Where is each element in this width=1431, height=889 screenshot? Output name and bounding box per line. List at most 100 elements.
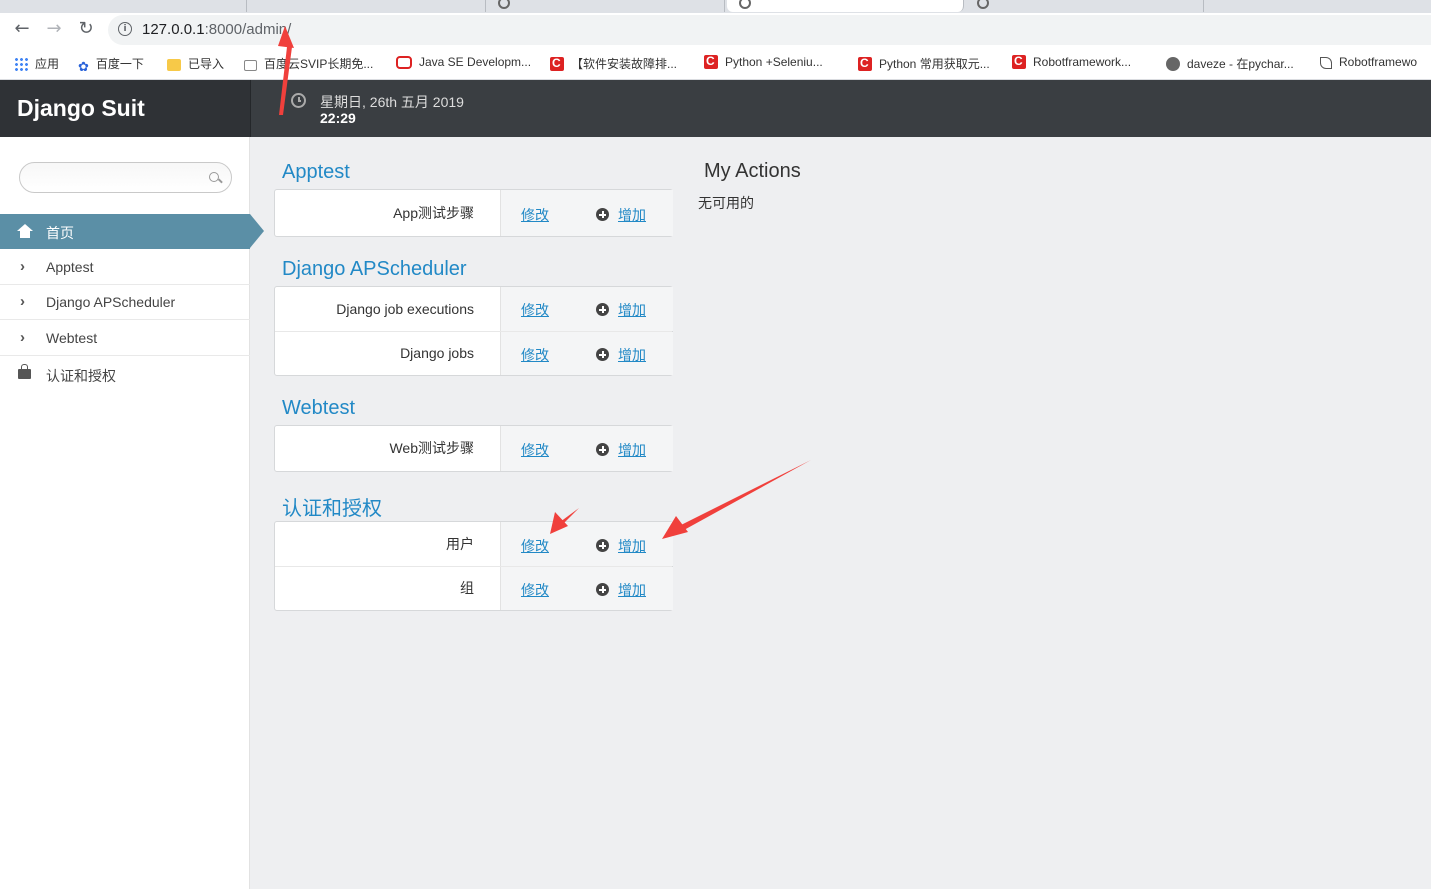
forward-arrow-icon[interactable]: → — [42, 17, 66, 41]
table-row: App测试步骤 修改 增加 — [275, 190, 673, 236]
sidebar-item-auth[interactable]: 认证和授权 — [0, 357, 250, 392]
change-link[interactable]: 修改 — [521, 440, 549, 460]
model-name[interactable]: 用户 — [275, 522, 500, 566]
add-link[interactable]: 增加 — [618, 536, 646, 556]
bookmark-item[interactable]: ✿ 百度一下 — [78, 55, 144, 74]
bookmark-label: 百度云SVIP长期免... — [264, 57, 374, 71]
sidebar-item-webtest[interactable]: › Webtest — [0, 321, 250, 356]
address-url[interactable]: 127.0.0.1:8000/admin/ — [142, 21, 291, 38]
address-bar[interactable]: i 127.0.0.1:8000/admin/ — [108, 15, 1431, 45]
model-name[interactable]: Django jobs — [275, 332, 500, 375]
reload-icon[interactable]: ↻ — [74, 17, 98, 41]
bookmark-item[interactable]: Robotframework... — [1012, 54, 1132, 69]
change-link[interactable]: 修改 — [521, 536, 549, 556]
sidebar-item-label: Webtest — [46, 330, 98, 346]
header-time: 22:29 — [320, 110, 356, 126]
chevron-right-icon: › — [20, 258, 25, 275]
my-actions-title: My Actions — [704, 160, 801, 182]
change-link[interactable]: 修改 — [521, 580, 549, 600]
bookmark-item[interactable]: Java SE Developm... — [396, 55, 531, 69]
bookmark-label: 百度一下 — [95, 57, 144, 71]
arrow-to-add-link — [662, 460, 811, 539]
sidebar-item-django-apscheduler[interactable]: › Django APScheduler — [0, 285, 250, 320]
home-icon — [17, 224, 33, 238]
chevron-right-icon: › — [20, 329, 25, 346]
add-link[interactable]: 增加 — [618, 440, 646, 460]
module-title-django-apscheduler[interactable]: Django APScheduler — [282, 258, 467, 281]
browser-tab[interactable] — [965, 0, 1204, 12]
bookmark-label: Robotframework... — [1033, 55, 1132, 69]
bookmark-label: Java SE Developm... — [419, 55, 532, 69]
module-title-webtest[interactable]: Webtest — [282, 397, 355, 420]
browser-tab-strip — [0, 0, 1431, 13]
model-actions: 修改 增加 — [500, 332, 673, 375]
add-link[interactable]: 增加 — [618, 345, 646, 365]
cloud-icon — [244, 60, 257, 71]
search-icon[interactable] — [209, 172, 219, 182]
oracle-icon — [396, 56, 412, 69]
add-link[interactable]: 增加 — [618, 300, 646, 320]
browser-tab[interactable] — [1204, 0, 1431, 12]
bookmark-item[interactable]: daveze - 在pychar... — [1166, 55, 1294, 72]
plus-circle-icon — [596, 208, 609, 221]
search-input[interactable] — [19, 162, 232, 193]
model-actions: 修改 增加 — [500, 567, 673, 610]
plus-circle-icon — [596, 539, 609, 552]
module-auth: 用户 修改 增加 组 修改 增加 — [274, 521, 673, 611]
back-arrow-icon[interactable]: ← — [10, 17, 34, 41]
bookmark-item[interactable]: 应用 — [14, 55, 59, 72]
model-name[interactable]: Django job executions — [275, 287, 500, 331]
module-title-apptest[interactable]: Apptest — [282, 161, 350, 184]
sidebar-item-label: Django APScheduler — [46, 294, 176, 310]
my-actions-empty: 无可用的 — [698, 196, 754, 212]
url-path: :8000/admin/ — [204, 21, 292, 38]
module-django-apscheduler: Django job executions 修改 增加 Django jobs … — [274, 286, 673, 376]
add-link[interactable]: 增加 — [618, 580, 646, 600]
bookmark-label: daveze - 在pychar... — [1187, 57, 1294, 71]
bookmark-item[interactable]: Python 常用获取元... — [858, 55, 990, 72]
browser-tab-active[interactable] — [727, 0, 964, 12]
model-name[interactable]: Web测试步骤 — [275, 426, 500, 471]
model-actions: 修改 增加 — [500, 522, 673, 566]
table-row: Web测试步骤 修改 增加 — [275, 426, 673, 471]
plus-circle-icon — [596, 443, 609, 456]
plus-circle-icon — [596, 303, 609, 316]
bookmark-item[interactable]: 已导入 — [167, 55, 224, 72]
bookmarks-bar: 应用 ✿ 百度一下 已导入 百度云SVIP长期免... Java SE Devel… — [0, 46, 1431, 80]
table-row: 组 修改 增加 — [275, 567, 673, 610]
model-name[interactable]: 组 — [275, 567, 500, 610]
change-link[interactable]: 修改 — [521, 300, 549, 320]
bookmark-item[interactable]: Python +Seleniu... — [704, 54, 823, 69]
bookmark-item[interactable]: 百度云SVIP长期免... — [244, 55, 373, 72]
sidebar-item-label: Apptest — [46, 259, 94, 275]
browser-tab[interactable] — [486, 0, 725, 12]
module-webtest: Web测试步骤 修改 增加 — [274, 425, 673, 472]
model-name[interactable]: App测试步骤 — [275, 190, 500, 236]
folder-icon — [167, 59, 181, 71]
brand-block: Django Suit — [0, 80, 251, 137]
bookmark-item[interactable]: 【软件安装故障排... — [550, 55, 677, 72]
brand-logo[interactable]: Django Suit — [17, 95, 145, 122]
plus-circle-icon — [596, 348, 609, 361]
csdn-icon — [704, 54, 718, 69]
change-link[interactable]: 修改 — [521, 205, 549, 225]
bookmark-label: 【软件安装故障排... — [571, 57, 678, 71]
csdn-icon — [550, 56, 564, 71]
bookmark-label: Python +Seleniu... — [725, 55, 823, 69]
apps-grid-icon — [14, 57, 28, 71]
plus-circle-icon — [596, 583, 609, 596]
tab-favicon-icon — [977, 0, 989, 9]
sidebar-item-home[interactable]: 首页 — [0, 214, 264, 249]
module-title-auth[interactable]: 认证和授权 — [282, 492, 382, 521]
sidebar-item-apptest[interactable]: › Apptest — [0, 250, 250, 285]
browser-tab[interactable] — [247, 0, 486, 12]
table-row: 用户 修改 增加 — [275, 522, 673, 567]
sidebar-item-label: 首页 — [46, 225, 74, 241]
add-link[interactable]: 增加 — [618, 205, 646, 225]
site-info-icon[interactable]: i — [118, 22, 132, 36]
table-row: Django jobs 修改 增加 — [275, 332, 673, 375]
browser-tab[interactable] — [0, 0, 247, 12]
change-link[interactable]: 修改 — [521, 345, 549, 365]
sidebar: 首页 › Apptest › Django APScheduler › Webtest… — [0, 137, 264, 889]
bookmark-item[interactable]: Robotframewo — [1320, 55, 1417, 69]
